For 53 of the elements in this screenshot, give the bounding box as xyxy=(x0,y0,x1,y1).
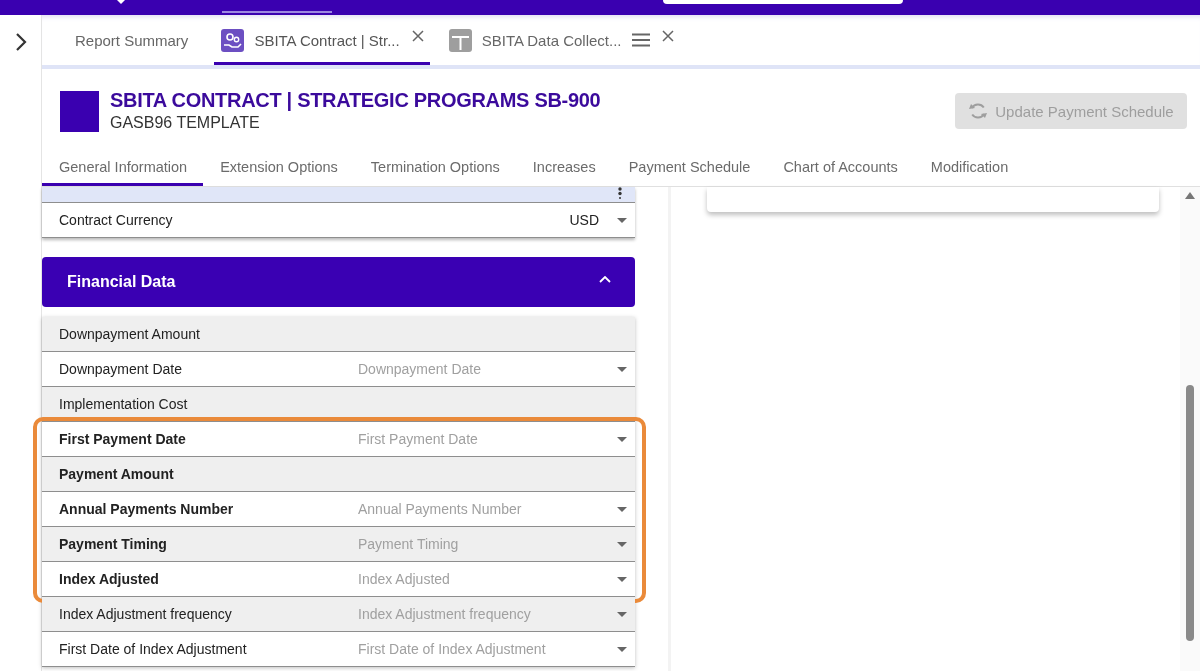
caret-down-icon[interactable] xyxy=(617,506,627,512)
dropdown-field[interactable]: Index Adjusted xyxy=(358,569,613,589)
caret-down-icon[interactable] xyxy=(617,436,627,442)
caret-down-icon[interactable] xyxy=(617,576,627,582)
caret-icon[interactable] xyxy=(116,0,126,4)
scrollbar-thumb[interactable] xyxy=(1186,385,1194,641)
field-label: Contract Currency xyxy=(59,212,174,228)
page-title: SBITA CONTRACT | STRATEGIC PROGRAMS SB-900 xyxy=(110,88,602,112)
close-icon[interactable] xyxy=(411,30,424,42)
caret-down-icon[interactable] xyxy=(617,646,627,652)
dropdown-field[interactable]: Annual Payments Number xyxy=(358,499,613,519)
field-label: Payment Timing xyxy=(59,536,168,552)
dropdown-field[interactable]: Payment Timing xyxy=(358,534,613,554)
chevron-icon[interactable] xyxy=(599,275,611,283)
dropdown-field[interactable]: Downpayment Date xyxy=(358,359,613,379)
field-label: Annual Payments Number xyxy=(59,501,235,517)
caret-down-icon[interactable] xyxy=(617,366,627,372)
field-label: Index Adjusted xyxy=(59,571,160,587)
field-label: First Date of Index Adjustment xyxy=(59,641,248,657)
tab[interactable]: SBITA Data Collect... xyxy=(441,15,680,65)
dropdown-field[interactable]: USD xyxy=(358,210,613,230)
caret-down-icon[interactable] xyxy=(617,611,627,617)
dropdown-field[interactable]: Index Adjustment frequency xyxy=(358,604,613,624)
logo-square xyxy=(60,90,99,132)
section-tab[interactable]: Increases xyxy=(515,148,612,186)
section-title: Financial Data xyxy=(67,273,176,291)
gears-icon xyxy=(221,28,245,52)
caret-down-icon[interactable] xyxy=(617,217,627,223)
section-tab[interactable]: Chart of Accounts xyxy=(766,148,914,186)
menu-icon[interactable] xyxy=(631,33,650,47)
caret-down-icon[interactable] xyxy=(617,541,627,547)
field-label: Implementation Cost xyxy=(59,396,189,412)
field-label: Downpayment Date xyxy=(59,361,183,377)
field-label: Index Adjustment frequency xyxy=(59,606,233,622)
section-header[interactable]: Financial Data xyxy=(42,257,635,307)
section-tab[interactable]: Modification xyxy=(913,148,1025,186)
close-icon[interactable] xyxy=(661,30,674,42)
section-tab[interactable]: Payment Schedule xyxy=(611,148,767,186)
chevron-right-icon[interactable] xyxy=(14,32,27,52)
search-field[interactable] xyxy=(663,0,903,4)
form-row[interactable]: Contract Currency USD xyxy=(42,203,635,238)
section-tab[interactable]: Extension Options xyxy=(203,148,354,186)
page-subtitle: GASB96 TEMPLATE xyxy=(110,113,261,133)
kebab-menu-icon[interactable] xyxy=(618,187,622,199)
dropdown-field[interactable]: First Payment Date xyxy=(358,429,613,449)
tab[interactable]: Report Summary xyxy=(61,15,203,65)
tile-icon xyxy=(448,28,472,52)
field-label: Payment Amount xyxy=(59,466,175,482)
field-label: Downpayment Amount xyxy=(59,326,201,342)
scroll-up-icon[interactable] xyxy=(1185,192,1195,199)
section-tab[interactable]: Termination Options xyxy=(353,148,516,186)
dropdown-field[interactable]: First Date of Index Adjustment xyxy=(358,639,613,659)
field-label: First Payment Date xyxy=(59,431,187,447)
